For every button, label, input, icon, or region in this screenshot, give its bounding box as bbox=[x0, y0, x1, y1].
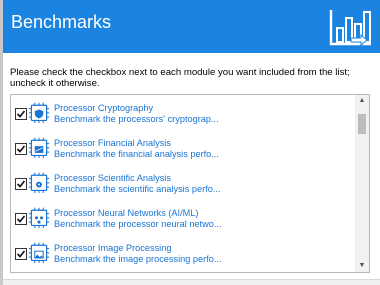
module-list-item[interactable]: Processor Financial Analysis Benchmark th… bbox=[11, 134, 351, 166]
module-checkbox[interactable] bbox=[15, 108, 27, 120]
module-title: Processor Image Processing bbox=[54, 243, 172, 253]
instructions-text: Please check the checkbox next to each m… bbox=[10, 67, 350, 89]
module-list-item[interactable]: Processor Scientific Analysis Benchmark t… bbox=[11, 169, 351, 201]
chip-image-icon bbox=[28, 240, 50, 264]
module-title: Processor Neural Networks (AI/ML) bbox=[54, 208, 199, 218]
chip-science-icon bbox=[28, 170, 50, 194]
list-scrollbar[interactable]: ▲ ▼ bbox=[355, 95, 369, 272]
chip-finance-icon bbox=[28, 135, 50, 159]
scroll-up-arrow-icon[interactable]: ▲ bbox=[355, 95, 369, 107]
module-list-item[interactable]: Processor Image Processing Benchmark the … bbox=[11, 239, 351, 271]
module-description: Benchmark the processor neural netwo... bbox=[54, 219, 222, 229]
module-list[interactable]: Processor Cryptography Benchmark the proc… bbox=[10, 94, 370, 273]
module-checkbox[interactable] bbox=[15, 143, 27, 155]
module-description: Benchmark the processors' cryptograp... bbox=[54, 114, 219, 124]
module-title: Processor Cryptography bbox=[54, 103, 154, 113]
module-checkbox[interactable] bbox=[15, 213, 27, 225]
scroll-down-arrow-icon[interactable]: ▼ bbox=[355, 260, 369, 272]
module-description: Benchmark the image processing perfo... bbox=[54, 254, 222, 264]
module-title: Processor Financial Analysis bbox=[54, 138, 171, 148]
dialog-header: Benchmarks bbox=[3, 0, 380, 53]
chip-neural-icon bbox=[28, 205, 50, 229]
chip-shield-icon bbox=[28, 100, 50, 124]
module-list-item[interactable]: Processor Neural Networks (AI/ML) Benchma… bbox=[11, 204, 351, 236]
benchmark-chart-icon bbox=[329, 10, 371, 47]
module-checkbox[interactable] bbox=[15, 248, 27, 260]
module-description: Benchmark the financial analysis perfo..… bbox=[54, 149, 219, 159]
scrollbar-thumb[interactable] bbox=[358, 114, 366, 134]
bottom-strip bbox=[3, 280, 380, 285]
module-list-item[interactable]: Processor Cryptography Benchmark the proc… bbox=[11, 99, 351, 131]
module-title: Processor Scientific Analysis bbox=[54, 173, 171, 183]
module-checkbox[interactable] bbox=[15, 178, 27, 190]
module-description: Benchmark the scientific analysis perfo.… bbox=[54, 184, 221, 194]
dialog-title: Benchmarks bbox=[11, 12, 112, 32]
